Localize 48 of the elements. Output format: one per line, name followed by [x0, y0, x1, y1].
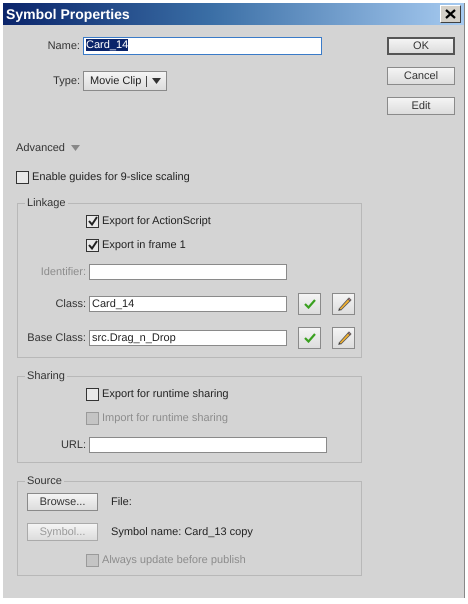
group-title: Sharing [26, 370, 66, 382]
text-field[interactable] [89, 264, 287, 280]
field-label: Name: [46, 40, 80, 52]
dialog-button[interactable]: Cancel [387, 67, 455, 85]
check-icon [304, 299, 316, 309]
edit-button[interactable] [332, 293, 355, 315]
section-toggle[interactable]: Advanced [16, 142, 65, 154]
checkbox[interactable] [16, 170, 29, 184]
window-title: Symbol Properties [6, 6, 130, 22]
validate-button[interactable] [298, 293, 321, 315]
field-label: Identifier: [40, 266, 86, 278]
field-label: Class: [54, 298, 86, 310]
checkbox-label: Export for runtime sharing [102, 388, 229, 400]
edit-button[interactable] [332, 327, 355, 349]
text-field[interactable]: Card_14 [89, 296, 287, 312]
check-icon [87, 240, 98, 250]
caret-icon [70, 145, 80, 151]
checkbox[interactable] [86, 238, 99, 252]
checkbox-label: Export for ActionScript [102, 215, 211, 227]
text-field[interactable] [89, 437, 327, 453]
field-label: URL: [60, 439, 86, 451]
dialog-button[interactable]: OK [387, 37, 455, 55]
source-info: File: [111, 496, 132, 508]
pencil-icon [336, 296, 352, 312]
check-icon [304, 333, 316, 343]
checkbox-label: Import for runtime sharing [102, 412, 228, 424]
checkbox-label: Always update before publish [102, 554, 246, 566]
validate-button[interactable] [298, 327, 321, 349]
checkbox-label: Export in frame 1 [102, 239, 186, 251]
source-info: Symbol name: Card_13 copy [111, 526, 253, 538]
text-field[interactable]: src.Drag_n_Drop [89, 330, 287, 346]
field-label: Type: [52, 75, 80, 87]
close-icon [445, 9, 456, 19]
pencil-icon [336, 330, 352, 346]
checkbox[interactable] [86, 388, 99, 400]
source-button: Symbol... [27, 523, 98, 541]
dialog-button[interactable]: Edit [387, 97, 455, 115]
type-dropdown[interactable]: Movie Clip [83, 71, 168, 91]
field-label: Base Class: [26, 332, 86, 344]
checkbox[interactable] [86, 214, 99, 228]
group-title: Linkage [26, 197, 67, 209]
group-title: Source [26, 475, 63, 487]
dropdown-arrow-icon [152, 78, 162, 84]
close-button[interactable] [440, 5, 461, 23]
source-button[interactable]: Browse... [27, 493, 98, 511]
checkbox-label: Enable guides for 9-slice scaling [32, 171, 190, 183]
name-field[interactable]: Card_14 [83, 37, 322, 55]
check-icon [87, 216, 98, 226]
